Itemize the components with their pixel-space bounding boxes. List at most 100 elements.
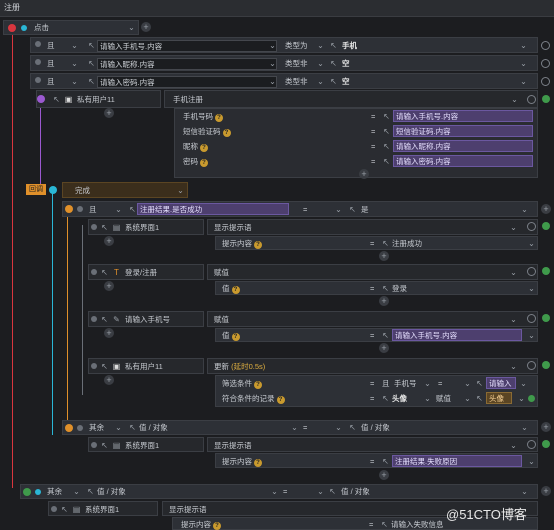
pointer-icon[interactable]: ↖ (99, 222, 110, 233)
chevron-down-icon[interactable]: ⌄ (508, 361, 519, 372)
pointer-icon[interactable]: ↖ (474, 378, 485, 389)
chevron-down-icon[interactable]: ⌄ (267, 76, 278, 87)
condition-field[interactable]: 请输入昵称.内容 (97, 58, 277, 70)
pointer-icon[interactable]: ↖ (380, 456, 391, 467)
condition-operator[interactable]: 类型为 (285, 40, 308, 51)
condition-field[interactable]: 请输入密码.内容 (97, 76, 277, 88)
pointer-icon[interactable]: ↖ (127, 422, 138, 433)
expand-toggle-icon[interactable] (23, 488, 31, 496)
add-param-button[interactable]: + (379, 251, 389, 261)
drag-handle-icon[interactable] (91, 269, 97, 275)
condition-field[interactable]: 值 / 对象 (139, 422, 168, 433)
help-icon[interactable]: ? (254, 459, 262, 467)
action-target-row[interactable]: ↖ ▤ 系统界面1 (48, 501, 158, 516)
settings-circle-icon[interactable] (527, 222, 536, 231)
chevron-down-icon[interactable]: ⌄ (519, 486, 530, 497)
chevron-down-icon[interactable]: ⌄ (315, 40, 326, 51)
expand-toggle-icon[interactable] (49, 186, 57, 194)
chevron-down-icon[interactable]: ⌄ (113, 204, 124, 215)
chevron-down-icon[interactable]: ⌄ (526, 283, 537, 294)
help-icon[interactable]: ? (254, 241, 262, 249)
action-method-row[interactable]: 赋值 ⌄ (207, 264, 538, 280)
chevron-down-icon[interactable]: ⌄ (462, 378, 473, 389)
chevron-down-icon[interactable]: ⌄ (508, 222, 519, 233)
add-condition-button[interactable]: + (541, 204, 551, 214)
help-icon[interactable]: ? (200, 144, 208, 152)
condition-logic[interactable]: 其余 (47, 486, 62, 497)
condition-field[interactable]: 值 / 对象 (97, 486, 126, 497)
chevron-down-icon[interactable]: ⌄ (518, 40, 529, 51)
pointer-icon[interactable]: ↖ (86, 58, 97, 69)
chevron-down-icon[interactable]: ⌄ (526, 238, 537, 249)
pointer-icon[interactable]: ↖ (380, 238, 391, 249)
sub-condition-row[interactable]: 且 ⌄ ↖ 注册结果.是否成功 = ⌄ ↖ 是 ⌄ (62, 201, 538, 217)
condition-value[interactable]: 空 (342, 76, 350, 87)
param-value[interactable]: 注册结果.失败原因 (392, 455, 522, 467)
action-target-row[interactable]: ↖ ✎ 请输入手机号 (88, 311, 204, 327)
chevron-down-icon[interactable]: ⌄ (315, 486, 326, 497)
condition-field[interactable]: 请输入手机号.内容 (97, 40, 277, 52)
chevron-down-icon[interactable]: ⌄ (69, 58, 80, 69)
pointer-icon[interactable]: ↖ (474, 393, 485, 404)
action-target-row[interactable]: ↖ T 登录/注册 (88, 264, 204, 280)
help-icon[interactable]: ? (254, 381, 262, 389)
chevron-down-icon[interactable]: ⌄ (269, 486, 280, 497)
chevron-down-icon[interactable]: ⌄ (519, 204, 530, 215)
action-method-row[interactable]: 更新 (延时0.5s) ⌄ (207, 358, 538, 374)
remove-condition-icon[interactable] (541, 41, 550, 50)
add-condition-button[interactable]: + (541, 422, 551, 432)
pointer-icon[interactable]: ↖ (86, 40, 97, 51)
chevron-down-icon[interactable]: ⌄ (516, 393, 527, 404)
pointer-icon[interactable]: ↖ (380, 330, 391, 341)
filter-operator[interactable]: = (438, 378, 442, 389)
chevron-down-icon[interactable]: ⌄ (113, 422, 124, 433)
condition-value[interactable]: 值 / 对象 (341, 486, 370, 497)
add-param-button[interactable]: + (359, 169, 369, 179)
add-condition-button[interactable]: + (541, 486, 551, 496)
chevron-down-icon[interactable]: ⌄ (518, 58, 529, 69)
condition-logic[interactable]: 且 (47, 58, 55, 69)
condition-field[interactable]: 注册结果.是否成功 (137, 203, 289, 215)
drag-handle-icon[interactable] (91, 316, 97, 322)
condition-logic[interactable]: 且 (47, 40, 55, 51)
pointer-icon[interactable]: ↖ (347, 204, 358, 215)
chevron-down-icon[interactable]: ⌄ (267, 40, 278, 51)
private-user-target[interactable]: ↖ ▣ 私有用户11 (36, 90, 161, 108)
add-action-button[interactable]: + (104, 236, 114, 246)
chevron-down-icon[interactable]: ⌄ (267, 58, 278, 69)
pointer-icon[interactable]: ↖ (99, 267, 110, 278)
pointer-icon[interactable]: ↖ (380, 393, 391, 404)
remove-condition-icon[interactable] (541, 59, 550, 68)
settings-circle-icon[interactable] (527, 361, 536, 370)
action-method-row[interactable]: 显示提示语 ⌄ (207, 437, 538, 452)
drag-handle-icon[interactable] (91, 224, 97, 230)
condition-logic[interactable]: 其余 (89, 422, 104, 433)
condition-value[interactable]: 值 / 对象 (361, 422, 390, 433)
chevron-down-icon[interactable]: ⌄ (508, 267, 519, 278)
chevron-down-icon[interactable]: ⌄ (422, 378, 433, 389)
chevron-down-icon[interactable]: ⌄ (508, 440, 519, 451)
condition-row-3[interactable]: 且 ⌄ ↖ 请输入密码.内容 ⌄ 类型非 ⌄ ↖ 空 ⌄ (30, 73, 538, 89)
chevron-down-icon[interactable]: ⌄ (526, 330, 537, 341)
else-inner-row[interactable]: 其余 ⌄ ↖ 值 / 对象 ⌄ = ⌄ ↖ 值 / 对象 ⌄ (62, 420, 538, 435)
action-target-row[interactable]: ↖ ▤ 系统界面1 (88, 437, 204, 452)
pointer-icon[interactable]: ↖ (59, 504, 70, 515)
help-icon[interactable]: ? (231, 286, 240, 294)
chevron-down-icon[interactable]: ⌄ (509, 94, 520, 105)
action-target-row[interactable]: ↖ ▣ 私有用户11 (88, 358, 204, 374)
drag-handle-icon[interactable] (91, 363, 97, 369)
settings-circle-icon[interactable] (527, 440, 536, 449)
chevron-down-icon[interactable]: ⌄ (175, 185, 186, 196)
chevron-down-icon[interactable]: ⌄ (333, 422, 344, 433)
action-method-row[interactable]: 赋值 ⌄ (207, 311, 538, 327)
param-value[interactable]: 登录 (392, 283, 407, 294)
chevron-down-icon[interactable]: ⌄ (519, 422, 530, 433)
add-action-button[interactable]: + (104, 375, 114, 385)
remove-condition-icon[interactable] (541, 77, 550, 86)
chevron-down-icon[interactable]: ⌄ (315, 76, 326, 87)
chevron-down-icon[interactable]: ⌄ (422, 393, 433, 404)
chevron-down-icon[interactable]: ⌄ (71, 486, 82, 497)
root-event-row[interactable]: 点击 ⌄ (3, 20, 139, 35)
pointer-icon[interactable]: ↖ (381, 126, 392, 137)
settings-circle-icon[interactable] (527, 314, 536, 323)
